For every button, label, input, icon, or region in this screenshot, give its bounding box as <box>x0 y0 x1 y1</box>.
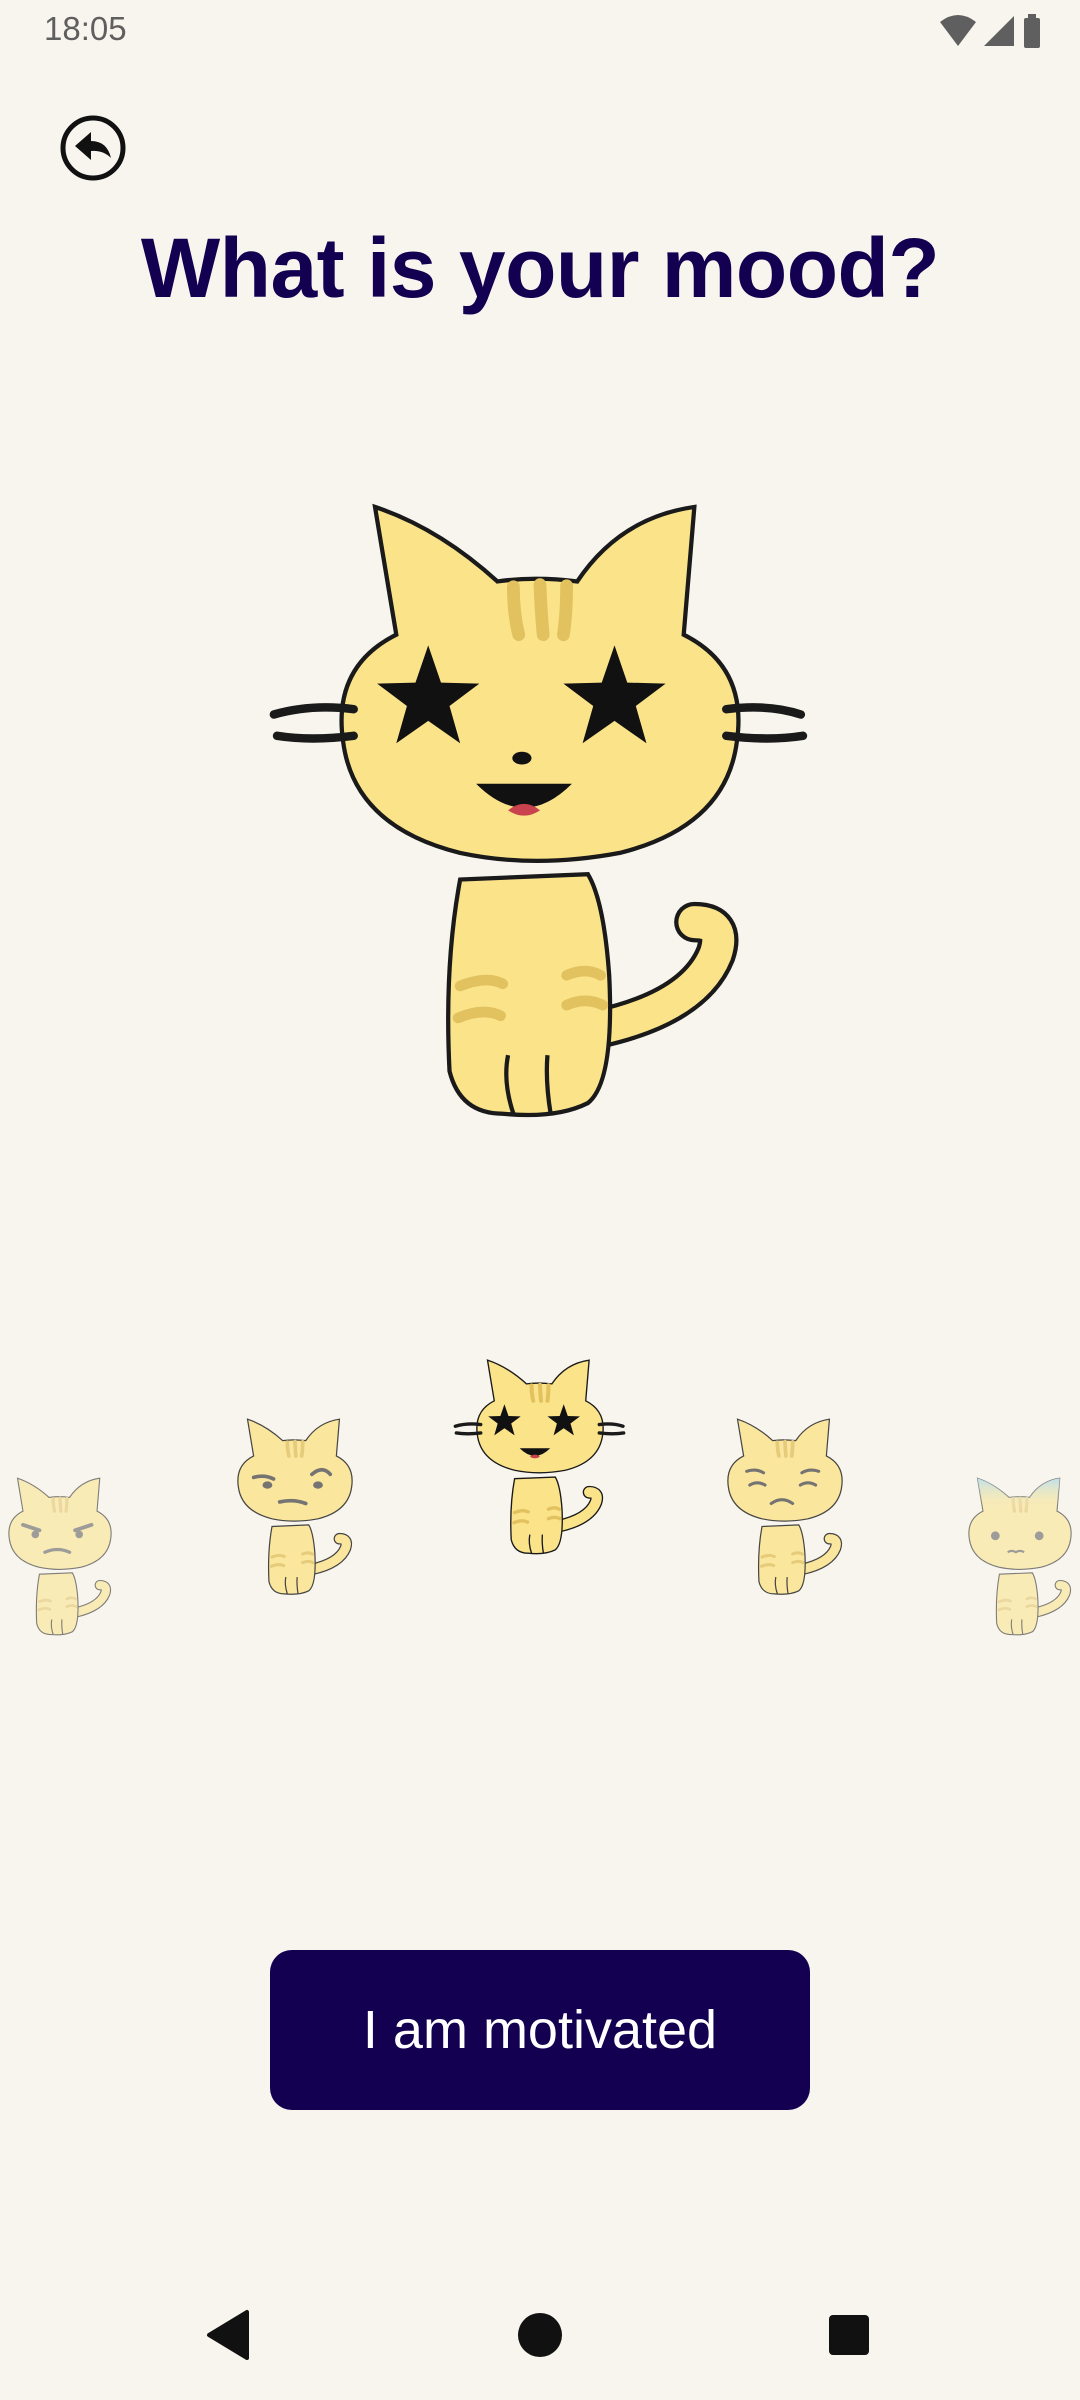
system-nav-bar <box>0 2290 1080 2380</box>
mood-option-sad[interactable] <box>695 1410 875 1600</box>
mood-option-motivated[interactable] <box>440 1350 640 1560</box>
status-bar: 18:05 <box>0 0 1080 64</box>
confirm-mood-button[interactable]: I am motivated <box>270 1950 810 2110</box>
mood-option-anxious[interactable] <box>940 1470 1080 1640</box>
page-title: What is your mood? <box>140 221 940 315</box>
back-triangle-icon <box>207 2310 249 2360</box>
status-icons <box>936 12 1046 57</box>
back-button[interactable] <box>55 110 131 186</box>
mood-option-angry[interactable] <box>0 1470 140 1640</box>
mood-carousel[interactable] <box>0 1330 1080 1730</box>
mood-option-skeptical[interactable] <box>205 1410 385 1600</box>
nav-home-button[interactable] <box>495 2290 585 2380</box>
recents-square-icon <box>829 2315 869 2355</box>
hero-cat-motivated <box>235 475 845 1135</box>
home-circle-icon <box>518 2313 562 2357</box>
status-time: 18:05 <box>44 10 127 47</box>
back-arrow-circle-icon <box>60 115 126 181</box>
nav-back-button[interactable] <box>185 2290 275 2380</box>
battery-icon <box>1024 14 1040 48</box>
cellular-signal-icon <box>984 16 1014 46</box>
wifi-icon <box>940 15 976 46</box>
nav-recents-button[interactable] <box>805 2290 895 2380</box>
